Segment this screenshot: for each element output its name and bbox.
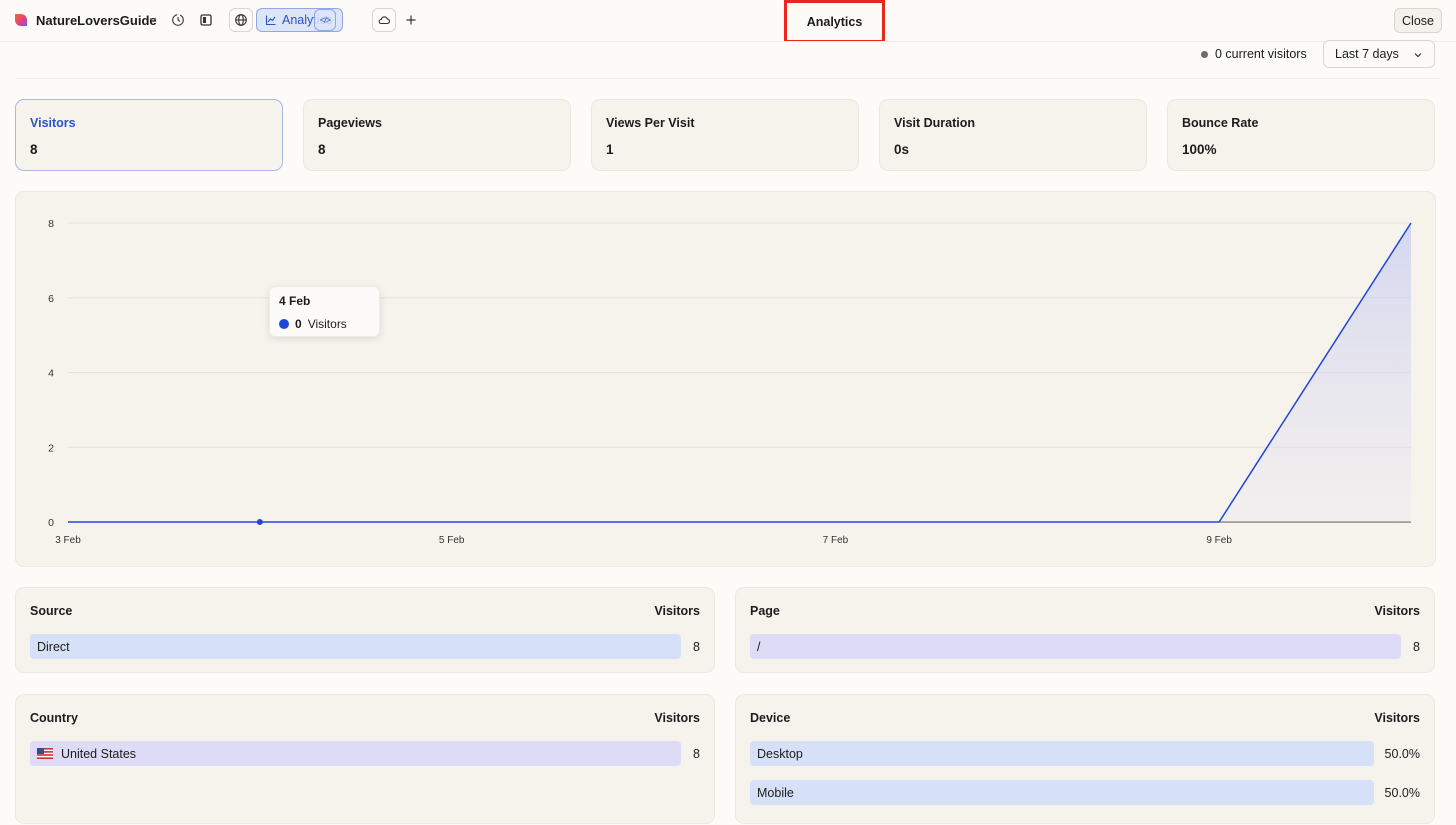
country-metric-header: Visitors — [654, 711, 700, 725]
page-row[interactable]: / — [750, 634, 1401, 659]
device-card: Device Visitors Desktop 50.0% Mobile 50.… — [735, 694, 1435, 824]
source-row[interactable]: Direct — [30, 634, 681, 659]
source-card: Source Visitors Direct 8 — [15, 587, 715, 673]
page-label: / — [757, 639, 761, 654]
x-tick-label: 9 Feb — [1206, 535, 1232, 546]
country-value: 8 — [693, 747, 700, 761]
device-value: 50.0% — [1384, 786, 1420, 800]
device-header: Device — [750, 711, 791, 725]
y-tick-label: 2 — [48, 442, 54, 454]
y-tick-label: 4 — [48, 368, 54, 380]
x-tick-label: 7 Feb — [823, 535, 849, 546]
chart-tooltip: 4 Feb 0 Visitors — [269, 286, 380, 337]
visitors-chart[interactable]: 0 2 4 6 8 3 Feb 5 Feb 7 Feb 9 Feb — [0, 0, 1456, 580]
country-header: Country — [30, 711, 78, 725]
y-tick-label: 0 — [48, 517, 54, 529]
source-label: Direct — [37, 639, 70, 654]
x-tick-label: 3 Feb — [55, 535, 81, 546]
series-dot-icon — [279, 319, 289, 329]
page-header: Page — [750, 604, 780, 618]
tooltip-series: Visitors — [307, 317, 347, 331]
country-card: Country Visitors United States 8 — [15, 694, 715, 824]
page-value: 8 — [1413, 640, 1420, 654]
source-header: Source — [30, 604, 73, 618]
source-metric-header: Visitors — [654, 604, 700, 618]
tooltip-date: 4 Feb — [279, 294, 311, 308]
device-metric-header: Visitors — [1374, 711, 1420, 725]
device-row[interactable]: Mobile — [750, 780, 1374, 805]
device-label: Desktop — [757, 746, 803, 761]
us-flag-icon — [37, 748, 53, 759]
x-tick-label: 5 Feb — [439, 535, 465, 546]
device-row[interactable]: Desktop — [750, 741, 1374, 766]
device-label: Mobile — [757, 785, 794, 800]
page-card: Page Visitors / 8 — [735, 587, 1435, 673]
source-value: 8 — [693, 640, 700, 654]
page-metric-header: Visitors — [1374, 604, 1420, 618]
device-value: 50.0% — [1384, 747, 1420, 761]
country-label: United States — [61, 746, 137, 761]
tooltip-row: 0 Visitors — [279, 317, 347, 331]
country-row[interactable]: United States — [30, 741, 681, 766]
y-tick-label: 6 — [48, 293, 54, 305]
y-tick-label: 8 — [48, 218, 54, 230]
data-point — [256, 519, 263, 525]
tooltip-value: 0 — [295, 317, 302, 331]
